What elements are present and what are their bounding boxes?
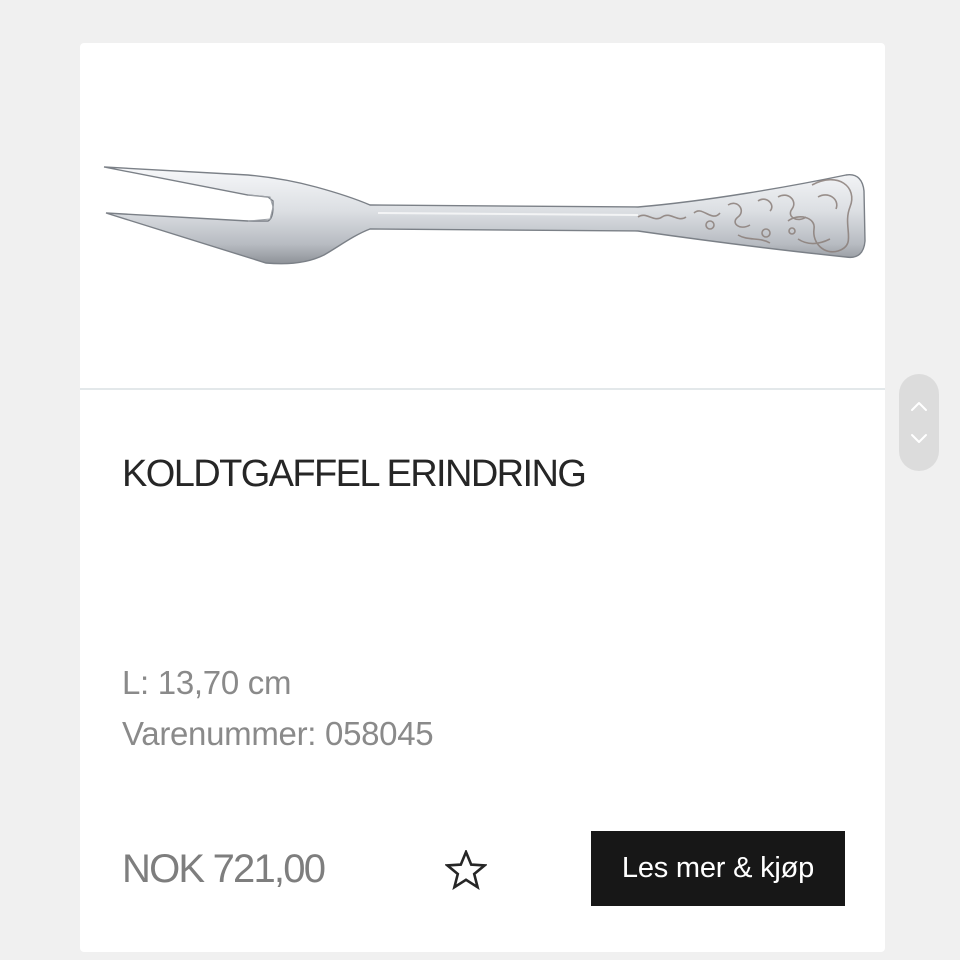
- read-more-buy-button[interactable]: Les mer & kjøp: [591, 831, 845, 906]
- scroll-down-button[interactable]: [899, 419, 939, 459]
- product-sku: Varenummer: 058045: [122, 715, 434, 752]
- fork-image: [103, 166, 866, 265]
- image-divider: [80, 388, 885, 390]
- product-card: KOLDTGAFFEL ERINDRING L: 13,70 cm Varenu…: [80, 43, 885, 952]
- product-length: L: 13,70 cm: [122, 664, 292, 701]
- chevron-up-icon[interactable]: [910, 400, 928, 412]
- product-image[interactable]: [80, 43, 885, 388]
- product-price: NOK 721,00: [122, 847, 326, 891]
- star-outline-icon[interactable]: [445, 850, 487, 890]
- chevron-down-icon[interactable]: [910, 433, 928, 445]
- favorite-button[interactable]: [444, 848, 488, 892]
- product-title[interactable]: KOLDTGAFFEL ERINDRING: [122, 455, 587, 493]
- scroll-control: [899, 374, 939, 471]
